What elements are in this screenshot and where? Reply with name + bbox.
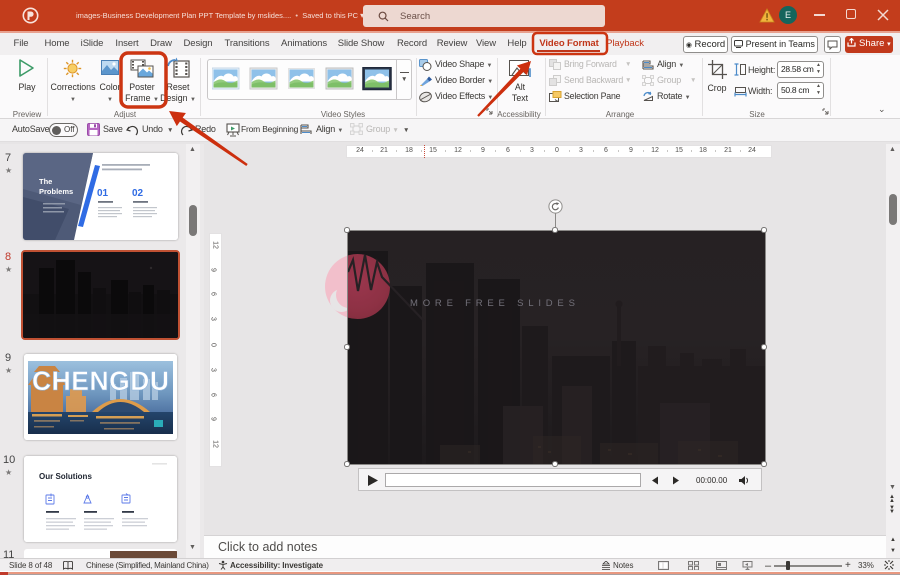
svg-text:Our Solutions: Our Solutions [39,472,92,481]
svg-text:Problems: Problems [39,187,73,196]
svg-text:The: The [39,177,52,186]
svg-text:CHENGDU: CHENGDU [32,366,169,396]
svg-text:02: 02 [132,188,144,199]
svg-text:01: 01 [97,188,109,199]
